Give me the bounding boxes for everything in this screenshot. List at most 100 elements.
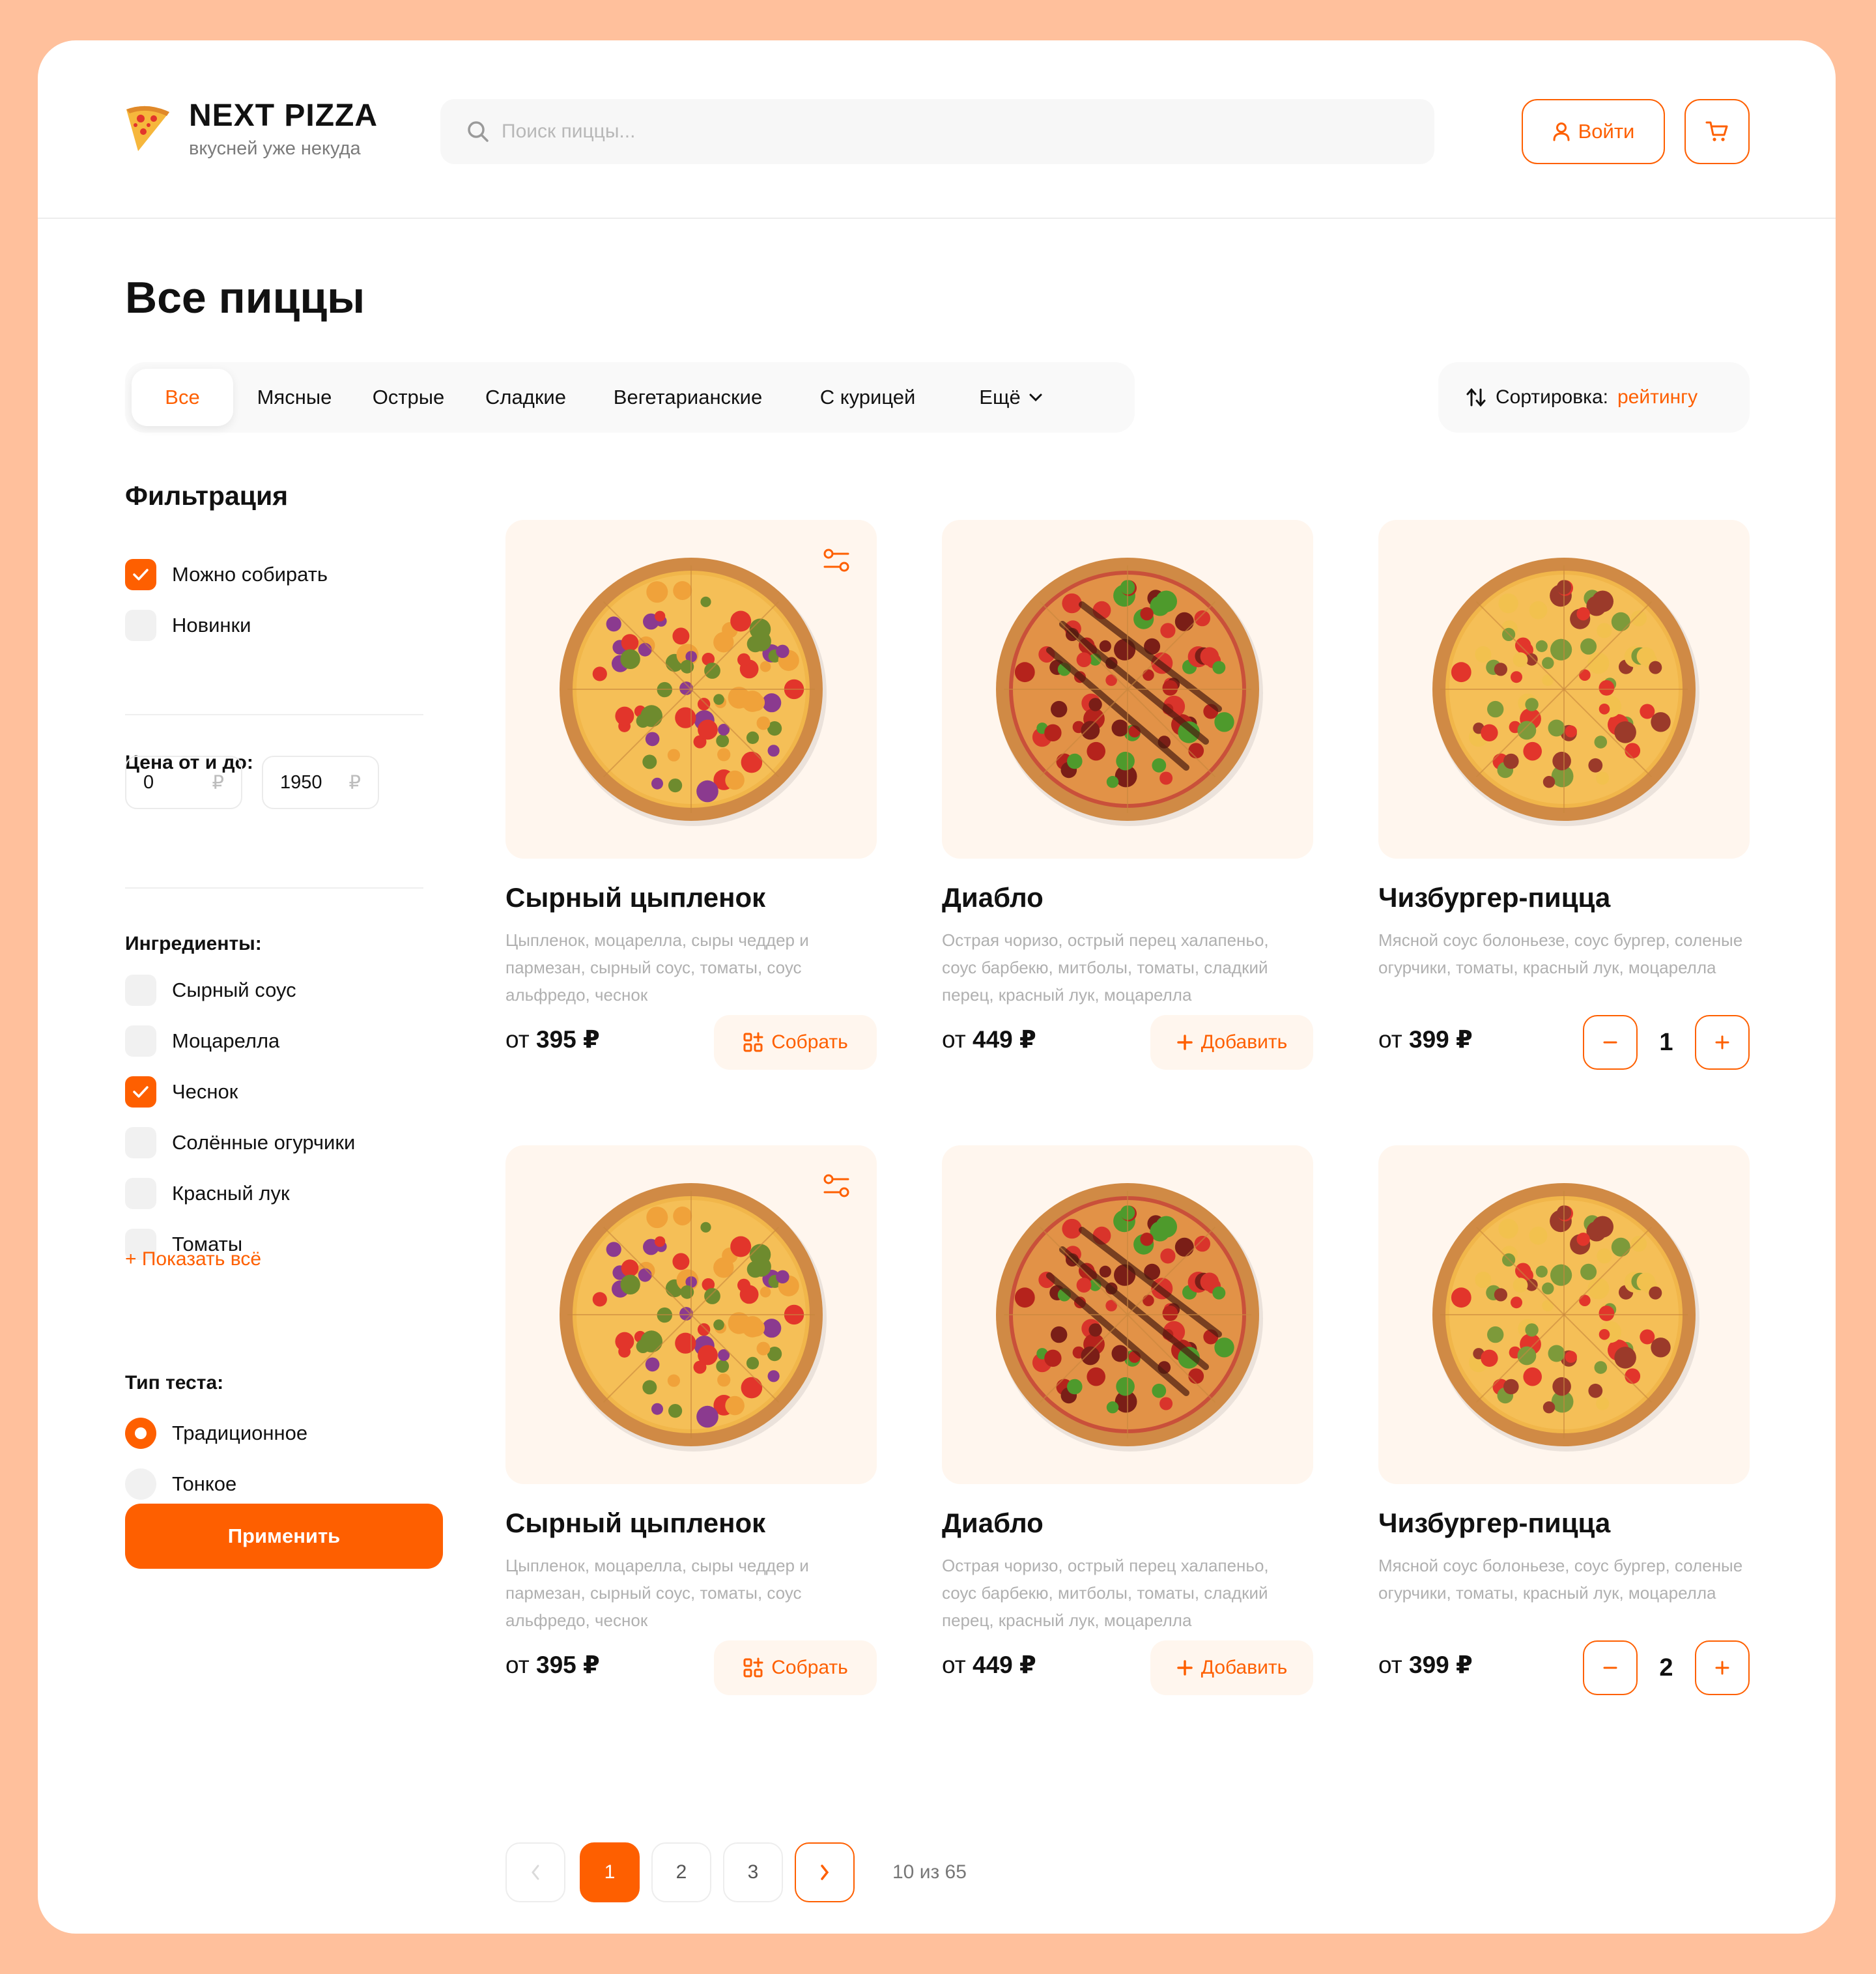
price-value: 399 ₽: [1409, 1026, 1473, 1053]
logo-title: NEXT PIZZA: [189, 98, 378, 133]
tab-sweet[interactable]: Сладкие: [464, 369, 588, 426]
tab-spicy[interactable]: Острые: [353, 369, 464, 426]
page-button-2[interactable]: 2: [651, 1842, 711, 1902]
decrease-button[interactable]: [1583, 1015, 1638, 1070]
customize-icon[interactable]: [822, 1171, 851, 1200]
product-image[interactable]: [505, 1145, 877, 1484]
price-value: 449 ₽: [973, 1026, 1036, 1053]
currency-symbol: ₽: [212, 772, 224, 794]
pizza-image: [560, 558, 827, 826]
tab-more[interactable]: Ещё: [952, 369, 1070, 426]
quantity-stepper: 2: [1583, 1640, 1750, 1695]
dough-label: Традиционное: [172, 1422, 308, 1444]
page-button-1[interactable]: 1: [580, 1842, 640, 1902]
ingredient-label: Солённые огурчики: [172, 1131, 356, 1154]
show-all-link[interactable]: + Показать всё: [125, 1248, 261, 1270]
sort-label: Сортировка:: [1496, 386, 1608, 408]
checkbox-checked[interactable]: [125, 1076, 156, 1108]
checkbox[interactable]: [125, 1178, 156, 1209]
filter-new[interactable]: Новинки: [125, 610, 251, 641]
add-button[interactable]: Добавить: [1150, 1015, 1313, 1070]
tab-all[interactable]: Все: [132, 369, 233, 426]
plus-icon: [1715, 1035, 1729, 1050]
user-icon: [1553, 122, 1570, 141]
product-card[interactable]: Чизбургер-пицца Мясной соус болоньезе, с…: [1378, 1145, 1750, 1732]
search-bar[interactable]: [440, 99, 1434, 164]
ingredient-option[interactable]: Красный лук: [125, 1178, 290, 1209]
checkbox[interactable]: [125, 610, 156, 641]
pizza-image: [1432, 1183, 1699, 1452]
apply-button[interactable]: Применить: [125, 1504, 443, 1569]
ingredient-option[interactable]: Солённые огурчики: [125, 1127, 355, 1158]
product-image[interactable]: [1378, 1145, 1750, 1484]
divider: [125, 714, 423, 715]
product-name: Чизбургер-пицца: [1378, 1508, 1611, 1538]
cart-button[interactable]: [1684, 99, 1750, 164]
currency-symbol: ₽: [348, 772, 361, 794]
radio-selected[interactable]: [125, 1418, 156, 1449]
page-button-3[interactable]: 3: [723, 1842, 783, 1902]
pizza-slice-logo-icon: [126, 106, 169, 151]
build-button[interactable]: Собрать: [714, 1015, 877, 1070]
ingredient-option[interactable]: Моцарелла: [125, 1025, 279, 1057]
radio[interactable]: [125, 1468, 156, 1500]
check-icon: [133, 569, 149, 580]
build-button[interactable]: Собрать: [714, 1640, 877, 1695]
ingredient-label: Моцарелла: [172, 1029, 280, 1052]
price-to-field[interactable]: 1950 ₽: [262, 756, 379, 809]
increase-button[interactable]: [1695, 1015, 1750, 1070]
sort-button[interactable]: Сортировка: рейтингу: [1438, 362, 1750, 433]
checkbox-checked[interactable]: [125, 559, 156, 590]
filter-buildable[interactable]: Можно собирать: [125, 559, 328, 590]
add-button[interactable]: Добавить: [1150, 1640, 1313, 1695]
product-image[interactable]: [942, 1145, 1313, 1484]
product-image[interactable]: [942, 520, 1313, 859]
tab-meat[interactable]: Мясные: [236, 369, 353, 426]
product-image[interactable]: [1378, 520, 1750, 859]
customize-icon[interactable]: [822, 546, 851, 575]
price-value: 395 ₽: [536, 1652, 600, 1678]
dough-option-traditional[interactable]: Традиционное: [125, 1418, 307, 1449]
product-name: Чизбургер-пицца: [1378, 882, 1611, 913]
product-card[interactable]: Чизбургер-пицца Мясной соус болоньезе, с…: [1378, 520, 1750, 1106]
checkbox[interactable]: [125, 1025, 156, 1057]
login-button[interactable]: Войти: [1522, 99, 1665, 164]
ingredient-option[interactable]: Чеснок: [125, 1076, 238, 1108]
build-icon: [743, 1657, 763, 1678]
minus-icon: [1603, 1041, 1617, 1044]
product-price: от 395 ₽: [505, 1025, 600, 1053]
quantity-value: 2: [1659, 1653, 1673, 1681]
filter-title: Фильтрация: [125, 481, 289, 511]
tab-more-label: Ещё: [979, 386, 1021, 408]
chevron-left-icon: [532, 1865, 539, 1880]
price-prefix: от: [1378, 1652, 1402, 1678]
plus-icon: [1176, 1035, 1193, 1050]
decrease-button[interactable]: [1583, 1640, 1638, 1695]
price-to-value: 1950: [280, 771, 322, 793]
increase-button[interactable]: [1695, 1640, 1750, 1695]
dough-option-thin[interactable]: Тонкое: [125, 1468, 236, 1500]
search-input[interactable]: [502, 99, 1414, 164]
prev-page-button[interactable]: [505, 1842, 565, 1902]
product-name: Сырный цыпленок: [505, 882, 766, 913]
next-page-button[interactable]: [795, 1842, 855, 1902]
chevron-down-icon: [1029, 393, 1042, 402]
product-card[interactable]: Диабло Острая чоризо, острый перец халап…: [942, 520, 1313, 1106]
product-image[interactable]: [505, 520, 877, 859]
checkbox[interactable]: [125, 1127, 156, 1158]
tab-chicken[interactable]: С курицей: [789, 369, 946, 426]
price-from-field[interactable]: 0 ₽: [125, 756, 242, 809]
product-card[interactable]: Сырный цыпленок Цыпленок, моцарелла, сыр…: [505, 520, 877, 1106]
pizza-image: [560, 1183, 827, 1452]
checkbox[interactable]: [125, 975, 156, 1006]
price-prefix: от: [942, 1652, 966, 1678]
check-icon: [133, 1086, 149, 1098]
product-card[interactable]: Сырный цыпленок Цыпленок, моцарелла, сыр…: [505, 1145, 877, 1732]
build-icon: [743, 1032, 763, 1052]
product-card[interactable]: Диабло Острая чоризо, острый перец халап…: [942, 1145, 1313, 1732]
ingredient-option[interactable]: Сырный соус: [125, 975, 296, 1006]
tab-vegetarian[interactable]: Вегетарианские: [590, 369, 786, 426]
pizza-image: [996, 558, 1263, 826]
category-tabs: Все Мясные Острые Сладкие Вегетарианские…: [125, 362, 1135, 433]
price-prefix: от: [505, 1026, 530, 1053]
